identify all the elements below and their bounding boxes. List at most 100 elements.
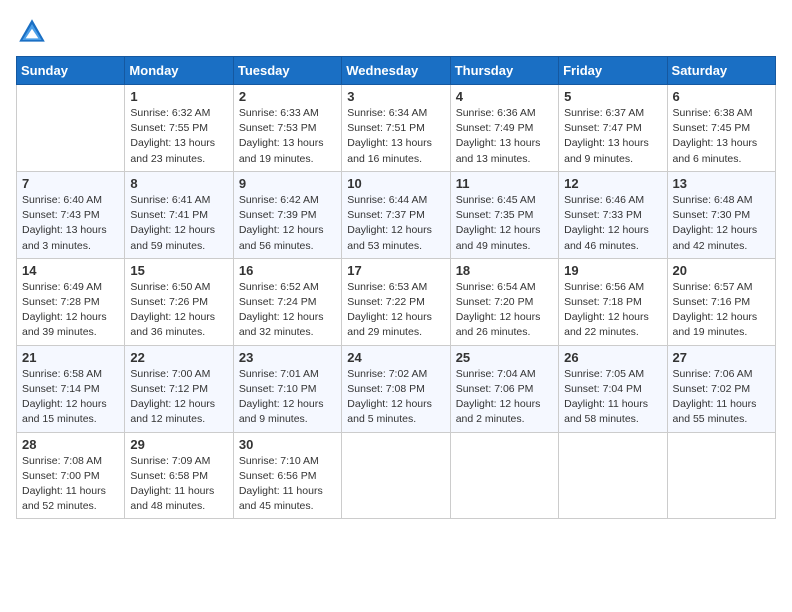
day-number: 9 xyxy=(239,176,336,191)
day-info: Sunrise: 7:06 AM Sunset: 7:02 PM Dayligh… xyxy=(673,367,770,428)
calendar-cell: 28 Sunrise: 7:08 AM Sunset: 7:00 PM Dayli… xyxy=(17,432,125,519)
calendar-cell: 17 Sunrise: 6:53 AM Sunset: 7:22 PM Dayli… xyxy=(342,258,450,345)
calendar-cell xyxy=(667,432,775,519)
calendar-cell: 8 Sunrise: 6:41 AM Sunset: 7:41 PM Daylig… xyxy=(125,171,233,258)
day-header-friday: Friday xyxy=(559,57,667,85)
calendar-cell: 10Sunrise: 6:44 AM Sunset: 7:37 PM Dayli… xyxy=(342,171,450,258)
calendar-week-3: 14 Sunrise: 6:49 AM Sunset: 7:28 PM Dayli… xyxy=(17,258,776,345)
day-number: 18 xyxy=(456,263,553,278)
calendar-cell: 21Sunrise: 6:58 AM Sunset: 7:14 PM Dayli… xyxy=(17,345,125,432)
calendar-cell: 24 Sunrise: 7:02 AM Sunset: 7:08 PM Dayli… xyxy=(342,345,450,432)
day-number: 19 xyxy=(564,263,661,278)
calendar-cell: 16Sunrise: 6:52 AM Sunset: 7:24 PM Dayli… xyxy=(233,258,341,345)
day-info: Sunrise: 7:09 AM Sunset: 6:58 PM Dayligh… xyxy=(130,454,227,515)
day-number: 22 xyxy=(130,350,227,365)
day-number: 7 xyxy=(22,176,119,191)
day-info: Sunrise: 6:56 AM Sunset: 7:18 PM Dayligh… xyxy=(564,280,661,341)
calendar-cell: 25 Sunrise: 7:04 AM Sunset: 7:06 PM Dayli… xyxy=(450,345,558,432)
calendar-header-row: SundayMondayTuesdayWednesdayThursdayFrid… xyxy=(17,57,776,85)
day-number: 10 xyxy=(347,176,444,191)
day-info: Sunrise: 6:42 AM Sunset: 7:39 PM Dayligh… xyxy=(239,193,336,254)
day-info: Sunrise: 6:49 AM Sunset: 7:28 PM Dayligh… xyxy=(22,280,119,341)
day-number: 28 xyxy=(22,437,119,452)
day-number: 4 xyxy=(456,89,553,104)
day-info: Sunrise: 6:40 AM Sunset: 7:43 PM Dayligh… xyxy=(22,193,119,254)
day-number: 23 xyxy=(239,350,336,365)
day-info: Sunrise: 6:50 AM Sunset: 7:26 PM Dayligh… xyxy=(130,280,227,341)
day-header-sunday: Sunday xyxy=(17,57,125,85)
day-number: 30 xyxy=(239,437,336,452)
day-info: Sunrise: 7:02 AM Sunset: 7:08 PM Dayligh… xyxy=(347,367,444,428)
day-number: 5 xyxy=(564,89,661,104)
calendar-cell: 4 Sunrise: 6:36 AM Sunset: 7:49 PM Daylig… xyxy=(450,85,558,172)
calendar-cell: 26 Sunrise: 7:05 AM Sunset: 7:04 PM Dayli… xyxy=(559,345,667,432)
day-info: Sunrise: 6:58 AM Sunset: 7:14 PM Dayligh… xyxy=(22,367,119,428)
day-info: Sunrise: 7:08 AM Sunset: 7:00 PM Dayligh… xyxy=(22,454,119,515)
day-number: 3 xyxy=(347,89,444,104)
day-number: 1 xyxy=(130,89,227,104)
calendar-cell: 20 Sunrise: 6:57 AM Sunset: 7:16 PM Dayli… xyxy=(667,258,775,345)
calendar-cell: 19 Sunrise: 6:56 AM Sunset: 7:18 PM Dayli… xyxy=(559,258,667,345)
day-number: 17 xyxy=(347,263,444,278)
calendar-cell: 3 Sunrise: 6:34 AM Sunset: 7:51 PM Daylig… xyxy=(342,85,450,172)
day-number: 20 xyxy=(673,263,770,278)
day-info: Sunrise: 7:00 AM Sunset: 7:12 PM Dayligh… xyxy=(130,367,227,428)
calendar-cell: 14 Sunrise: 6:49 AM Sunset: 7:28 PM Dayli… xyxy=(17,258,125,345)
calendar-cell xyxy=(450,432,558,519)
calendar-cell: 7 Sunrise: 6:40 AM Sunset: 7:43 PM Daylig… xyxy=(17,171,125,258)
calendar-cell: 2 Sunrise: 6:33 AM Sunset: 7:53 PM Daylig… xyxy=(233,85,341,172)
calendar-cell: 29 Sunrise: 7:09 AM Sunset: 6:58 PM Dayli… xyxy=(125,432,233,519)
day-number: 8 xyxy=(130,176,227,191)
day-info: Sunrise: 6:32 AM Sunset: 7:55 PM Dayligh… xyxy=(130,106,227,167)
day-info: Sunrise: 6:48 AM Sunset: 7:30 PM Dayligh… xyxy=(673,193,770,254)
calendar-week-2: 7 Sunrise: 6:40 AM Sunset: 7:43 PM Daylig… xyxy=(17,171,776,258)
day-info: Sunrise: 6:52 AM Sunset: 7:24 PM Dayligh… xyxy=(239,280,336,341)
day-info: Sunrise: 6:38 AM Sunset: 7:45 PM Dayligh… xyxy=(673,106,770,167)
day-info: Sunrise: 6:36 AM Sunset: 7:49 PM Dayligh… xyxy=(456,106,553,167)
calendar-week-1: 1 Sunrise: 6:32 AM Sunset: 7:55 PM Daylig… xyxy=(17,85,776,172)
calendar-cell: 12 Sunrise: 6:46 AM Sunset: 7:33 PM Dayli… xyxy=(559,171,667,258)
day-info: Sunrise: 6:34 AM Sunset: 7:51 PM Dayligh… xyxy=(347,106,444,167)
day-number: 26 xyxy=(564,350,661,365)
day-number: 27 xyxy=(673,350,770,365)
day-number: 11 xyxy=(456,176,553,191)
calendar-cell: 18 Sunrise: 6:54 AM Sunset: 7:20 PM Dayli… xyxy=(450,258,558,345)
day-number: 2 xyxy=(239,89,336,104)
day-info: Sunrise: 6:41 AM Sunset: 7:41 PM Dayligh… xyxy=(130,193,227,254)
day-header-thursday: Thursday xyxy=(450,57,558,85)
day-number: 6 xyxy=(673,89,770,104)
calendar-cell xyxy=(559,432,667,519)
day-number: 29 xyxy=(130,437,227,452)
calendar-cell: 23 Sunrise: 7:01 AM Sunset: 7:10 PM Dayli… xyxy=(233,345,341,432)
calendar-table: SundayMondayTuesdayWednesdayThursdayFrid… xyxy=(16,56,776,519)
day-info: Sunrise: 6:53 AM Sunset: 7:22 PM Dayligh… xyxy=(347,280,444,341)
day-info: Sunrise: 6:54 AM Sunset: 7:20 PM Dayligh… xyxy=(456,280,553,341)
day-info: Sunrise: 7:05 AM Sunset: 7:04 PM Dayligh… xyxy=(564,367,661,428)
logo-icon xyxy=(16,16,48,48)
day-number: 12 xyxy=(564,176,661,191)
calendar-cell: 5Sunrise: 6:37 AM Sunset: 7:47 PM Daylig… xyxy=(559,85,667,172)
day-header-tuesday: Tuesday xyxy=(233,57,341,85)
day-header-monday: Monday xyxy=(125,57,233,85)
calendar-cell: 30Sunrise: 7:10 AM Sunset: 6:56 PM Dayli… xyxy=(233,432,341,519)
day-number: 13 xyxy=(673,176,770,191)
day-info: Sunrise: 6:46 AM Sunset: 7:33 PM Dayligh… xyxy=(564,193,661,254)
day-info: Sunrise: 7:04 AM Sunset: 7:06 PM Dayligh… xyxy=(456,367,553,428)
calendar-cell: 6 Sunrise: 6:38 AM Sunset: 7:45 PM Daylig… xyxy=(667,85,775,172)
day-info: Sunrise: 6:57 AM Sunset: 7:16 PM Dayligh… xyxy=(673,280,770,341)
day-number: 14 xyxy=(22,263,119,278)
calendar-cell xyxy=(342,432,450,519)
calendar-week-5: 28 Sunrise: 7:08 AM Sunset: 7:00 PM Dayli… xyxy=(17,432,776,519)
day-number: 24 xyxy=(347,350,444,365)
day-number: 25 xyxy=(456,350,553,365)
calendar-cell: 27 Sunrise: 7:06 AM Sunset: 7:02 PM Dayli… xyxy=(667,345,775,432)
day-number: 15 xyxy=(130,263,227,278)
calendar-cell: 1 Sunrise: 6:32 AM Sunset: 7:55 PM Daylig… xyxy=(125,85,233,172)
day-info: Sunrise: 6:33 AM Sunset: 7:53 PM Dayligh… xyxy=(239,106,336,167)
calendar-cell xyxy=(17,85,125,172)
day-info: Sunrise: 7:01 AM Sunset: 7:10 PM Dayligh… xyxy=(239,367,336,428)
calendar-cell: 22 Sunrise: 7:00 AM Sunset: 7:12 PM Dayli… xyxy=(125,345,233,432)
calendar-cell: 9 Sunrise: 6:42 AM Sunset: 7:39 PM Daylig… xyxy=(233,171,341,258)
calendar-cell: 11 Sunrise: 6:45 AM Sunset: 7:35 PM Dayli… xyxy=(450,171,558,258)
day-info: Sunrise: 6:45 AM Sunset: 7:35 PM Dayligh… xyxy=(456,193,553,254)
